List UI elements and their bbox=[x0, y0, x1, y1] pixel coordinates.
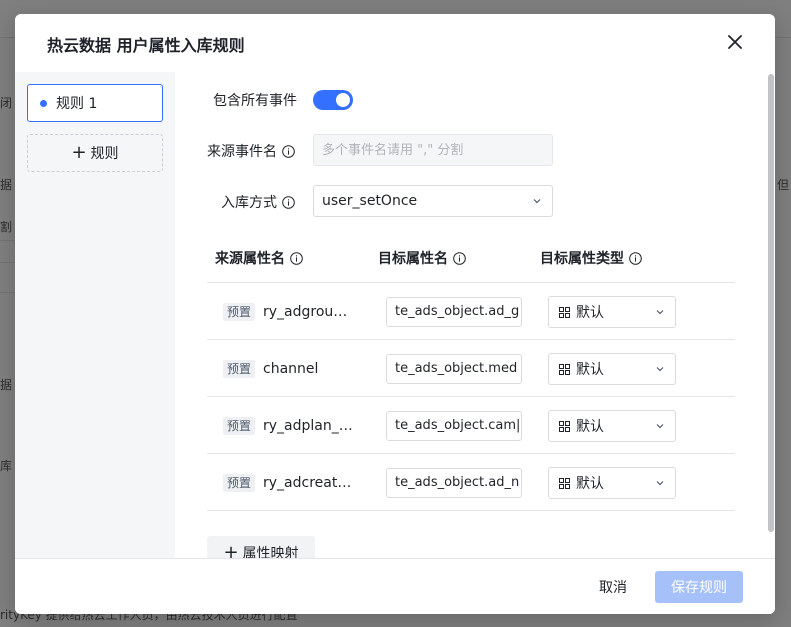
target-type-select[interactable]: 默认 bbox=[548, 410, 676, 442]
include-all-events-label: 包含所有事件 bbox=[213, 90, 297, 110]
header-target-type-text: 目标属性类型 bbox=[540, 251, 624, 267]
sidebar-item-rule-1[interactable]: 规则 1 bbox=[27, 84, 163, 122]
target-type-value: 默认 bbox=[576, 305, 604, 321]
table-row: 预置 ry_adcreativ... te_ads_object.ad_n 默认 bbox=[207, 454, 735, 511]
source-attr-name: ry_adplan_n... bbox=[263, 418, 355, 434]
preset-tag: 预置 bbox=[223, 303, 256, 321]
info-icon[interactable] bbox=[282, 144, 295, 158]
source-attr-name: channel bbox=[263, 361, 319, 377]
source-attr-name: ry_adgroup_... bbox=[263, 304, 355, 320]
close-button[interactable] bbox=[723, 30, 747, 54]
chevron-down-icon bbox=[533, 199, 541, 204]
rule-label: 规则 1 bbox=[56, 96, 98, 112]
grid-icon bbox=[559, 420, 570, 432]
preset-tag: 预置 bbox=[223, 474, 256, 492]
storage-method-text: 入库方式 bbox=[221, 195, 277, 211]
dialog-footer: 取消 保存规则 bbox=[15, 558, 775, 614]
table-row: 预置 channel te_ads_object.med 默认 bbox=[207, 340, 735, 397]
header-target-attr-text: 目标属性名 bbox=[378, 251, 448, 267]
dialog-header: 热云数据 用户属性入库规则 bbox=[15, 14, 775, 72]
header-target-attr: 目标属性名 bbox=[378, 248, 466, 268]
target-type-value: 默认 bbox=[576, 419, 604, 435]
dialog-title: 热云数据 用户属性入库规则 bbox=[47, 36, 245, 55]
add-mapping-button[interactable]: + 属性映射 bbox=[207, 536, 315, 558]
close-icon bbox=[728, 35, 742, 49]
chevron-down-icon bbox=[656, 310, 664, 315]
save-rule-button[interactable]: 保存规则 bbox=[655, 571, 743, 603]
source-event-text: 来源事件名 bbox=[207, 144, 277, 160]
target-attr-input[interactable]: te_ads_object.ad_n bbox=[386, 468, 522, 498]
table-row: 预置 ry_adgroup_... te_ads_object.ad_g 默认 bbox=[207, 283, 735, 340]
active-dot-icon bbox=[40, 99, 47, 107]
target-attr-input[interactable]: te_ads_object.cam| bbox=[386, 411, 522, 441]
add-rule-label: 规则 bbox=[90, 146, 119, 162]
plus-icon: + bbox=[223, 542, 239, 559]
scrollbar-thumb[interactable] bbox=[768, 74, 774, 532]
storage-method-label: 入库方式 bbox=[221, 192, 295, 212]
source-attr-name: ry_adcreativ... bbox=[263, 475, 355, 491]
info-icon[interactable] bbox=[453, 251, 466, 265]
source-event-label: 来源事件名 bbox=[207, 141, 295, 161]
storage-method-select[interactable]: user_setOnce bbox=[313, 185, 553, 217]
source-event-input[interactable] bbox=[313, 134, 553, 166]
chevron-down-icon bbox=[656, 367, 664, 372]
content-scrollbar[interactable] bbox=[767, 72, 775, 558]
add-rule-button[interactable]: + 规则 bbox=[27, 134, 163, 172]
target-type-value: 默认 bbox=[576, 362, 604, 378]
chevron-down-icon bbox=[656, 481, 664, 486]
target-attr-input[interactable]: te_ads_object.ad_g bbox=[386, 297, 522, 327]
include-all-events-toggle[interactable] bbox=[313, 90, 353, 110]
target-type-select[interactable]: 默认 bbox=[548, 296, 676, 328]
rule-form: 包含所有事件 来源事件名 入库方式 user_setOnce 来源属性名 bbox=[175, 72, 767, 558]
info-icon[interactable] bbox=[629, 251, 642, 265]
info-icon[interactable] bbox=[290, 251, 303, 265]
include-all-events-text: 包含所有事件 bbox=[213, 93, 297, 109]
grid-icon bbox=[559, 477, 570, 489]
plus-icon: + bbox=[71, 142, 87, 163]
cancel-button[interactable]: 取消 bbox=[587, 571, 639, 603]
grid-icon bbox=[559, 363, 570, 375]
info-icon[interactable] bbox=[282, 195, 295, 209]
chevron-down-icon bbox=[656, 424, 664, 429]
header-target-type: 目标属性类型 bbox=[540, 248, 642, 268]
target-type-value: 默认 bbox=[576, 476, 604, 492]
preset-tag: 预置 bbox=[223, 360, 256, 378]
table-row: 预置 ry_adplan_n... te_ads_object.cam| 默认 bbox=[207, 397, 735, 454]
header-source-attr: 来源属性名 bbox=[215, 248, 303, 268]
rule-sidebar: 规则 1 + 规则 bbox=[15, 72, 175, 558]
add-mapping-label: 属性映射 bbox=[242, 546, 299, 558]
preset-tag: 预置 bbox=[223, 417, 256, 435]
rule-dialog: 热云数据 用户属性入库规则 规则 1 + 规则 包含所有事件 来源事件名 入库方… bbox=[15, 14, 775, 614]
header-source-attr-text: 来源属性名 bbox=[215, 251, 285, 267]
target-attr-input[interactable]: te_ads_object.med bbox=[386, 354, 522, 384]
grid-icon bbox=[559, 306, 570, 318]
target-type-select[interactable]: 默认 bbox=[548, 353, 676, 385]
storage-method-value: user_setOnce bbox=[322, 193, 418, 209]
target-type-select[interactable]: 默认 bbox=[548, 467, 676, 499]
